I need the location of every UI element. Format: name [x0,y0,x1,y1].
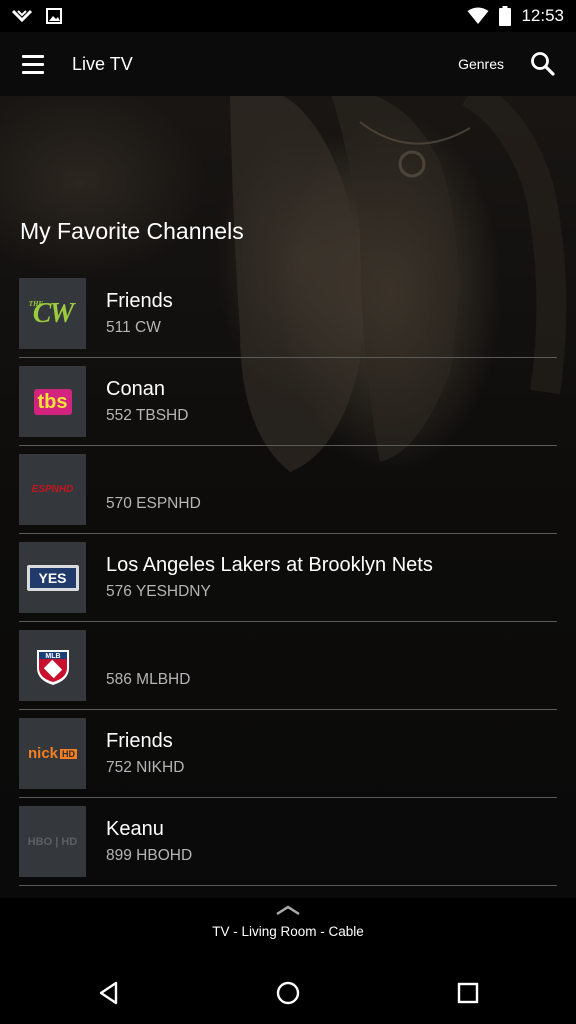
now-playing-bar[interactable]: TV - Living Room - Cable [0,898,576,960]
recents-icon[interactable] [453,978,483,1008]
channel-number: 576 YESHDNY [106,583,211,600]
channel-number: 899 HBOHD [106,847,193,864]
program-title: Los Angeles Lakers at Brooklyn Nets [106,554,433,576]
notification-icon [12,9,32,23]
channel-logo-mlb: MLB [19,630,86,701]
device-label: TV - Living Room - Cable [212,924,364,939]
channel-logo-hbo: HBO | HD [19,806,86,877]
program-title: Conan [106,378,165,400]
app-bar: Live TV Genres [0,32,576,96]
channel-number: 752 NIKHD [106,759,185,776]
status-time: 12:53 [521,6,564,25]
channel-row[interactable]: tbs Conan 552 TBSHD [19,366,557,454]
image-icon [46,8,62,24]
status-bar: 12:53 [0,0,576,32]
page-title: Live TV [72,53,133,74]
search-icon[interactable] [530,51,556,77]
channel-logo-espn: ESPNHD [19,454,86,525]
channel-number: 570 ESPNHD [106,495,201,512]
program-title: Friends [106,730,173,752]
channel-row[interactable]: YES Los Angeles Lakers at Brooklyn Nets … [19,542,557,630]
channel-logo-yes: YES [19,542,86,613]
channel-logo-cw: THE CW [19,278,86,349]
home-icon[interactable] [273,978,303,1008]
channel-logo-nick: nick HD [19,718,86,789]
genres-button[interactable]: Genres [458,56,504,72]
svg-text:MLB: MLB [45,653,60,660]
channel-number: 552 TBSHD [106,407,189,424]
chevron-up-icon[interactable] [276,904,300,916]
wifi-icon [467,7,489,24]
section-title: My Favorite Channels [20,218,244,244]
channel-row[interactable]: ESPNHD 570 ESPNHD [19,454,557,542]
channel-number: 586 MLBHD [106,671,191,688]
back-icon[interactable] [94,978,124,1008]
channel-row[interactable]: HBO | HD Keanu 899 HBOHD [19,806,557,894]
system-nav-bar [0,960,576,1024]
channel-number: 511 CW [106,319,161,336]
channel-row[interactable]: MLB 586 MLBHD [19,630,557,718]
channel-list: THE CW Friends 511 CW tbs Conan 552 TBSHD… [19,278,557,894]
hamburger-menu-icon[interactable] [0,32,66,96]
channel-logo-tbs: tbs [19,366,86,437]
channel-row[interactable]: THE CW Friends 511 CW [19,278,557,366]
battery-icon [499,6,512,26]
channel-row[interactable]: nick HD Friends 752 NIKHD [19,718,557,806]
program-title: Friends [106,290,173,312]
program-title: Keanu [106,818,164,840]
